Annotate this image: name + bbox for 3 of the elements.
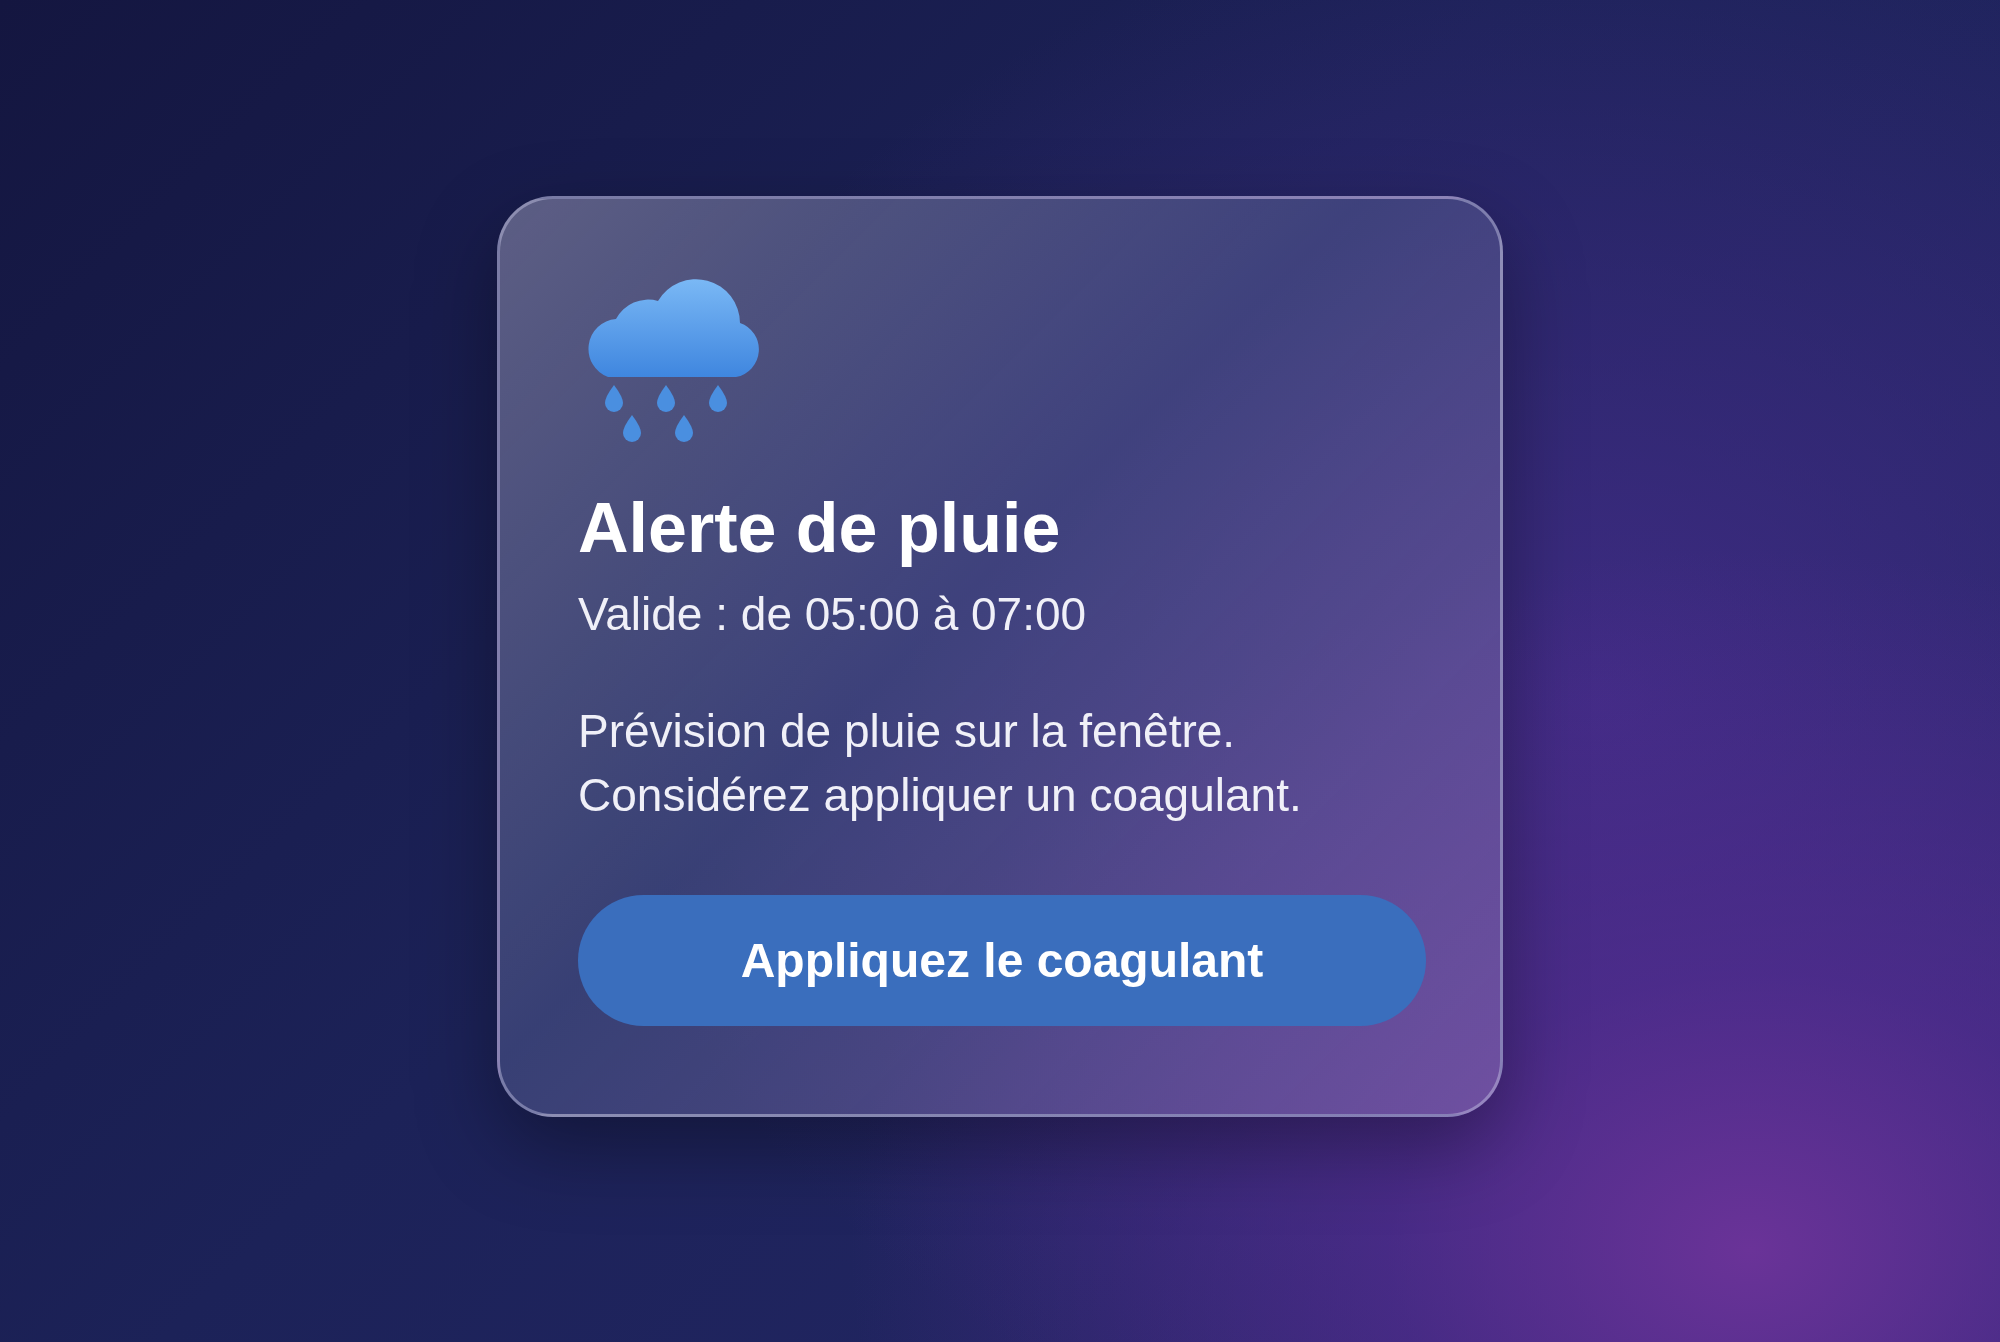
apply-coagulant-button[interactable]: Appliquez le coagulant (578, 894, 1426, 1026)
alert-message: Prévision de pluie sur la fenêtre. Considérez appliquer un coagulant. (578, 703, 1303, 823)
validity-text: Valide : de 05:00 à 07:00 (578, 586, 1087, 641)
